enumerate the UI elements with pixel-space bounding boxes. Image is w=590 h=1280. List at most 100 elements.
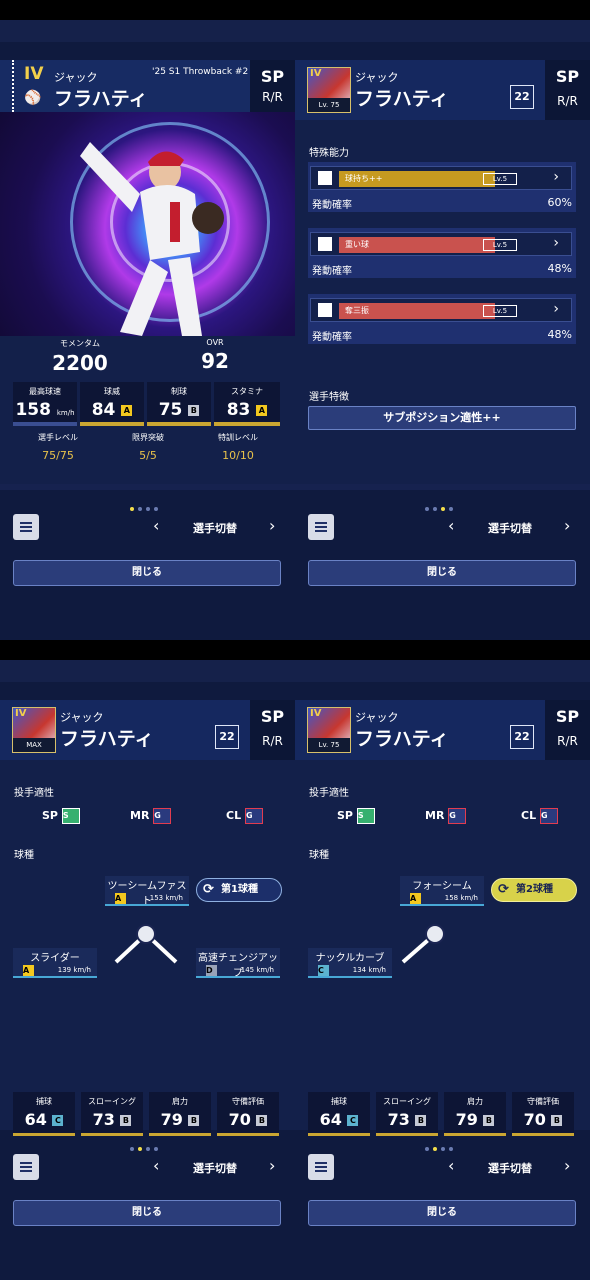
aptitude-mr: MR G [130, 808, 172, 824]
level-training: 特訓レベル 10/10 [200, 432, 276, 462]
skill-row[interactable]: 奪三振 Lv.5 › 発動確率 48% [308, 294, 576, 344]
panel-bottom-strip [0, 484, 295, 490]
stat-label: 制球 [171, 387, 187, 396]
page-dot[interactable] [425, 507, 429, 511]
player-name-small: ジャック [355, 711, 399, 724]
player-header: IV Lv. 75 ジャック フラハティ 22 SP R/R [295, 700, 590, 760]
close-button[interactable]: 閉じる [13, 1200, 281, 1226]
level-value: 75/75 [42, 449, 74, 462]
control-bar: ‹ 選手切替 › [308, 1154, 578, 1180]
card-rank: IV [24, 64, 44, 84]
pitcher-figure [80, 142, 224, 336]
stat-value: 84 [91, 400, 116, 420]
pitch-card-main[interactable]: フォーシーム A 158 km/h [400, 876, 484, 906]
close-button[interactable]: 閉じる [308, 560, 576, 586]
page-dots [130, 1136, 170, 1151]
prob-value: 60% [547, 196, 572, 209]
handedness: R/R [262, 734, 283, 748]
skill-row[interactable]: 重い球 Lv.5 › 発動確率 48% [308, 228, 576, 278]
menu-button[interactable] [308, 1154, 334, 1180]
prob-label: 発動確率 [312, 266, 352, 277]
page-dot[interactable] [433, 1147, 437, 1151]
pitch-card-main[interactable]: ツーシームファスト A 153 km/h [105, 876, 189, 907]
aptitude-sp: SP S [42, 808, 80, 824]
ovr-label: OVR [206, 338, 224, 347]
page-dot[interactable] [433, 507, 437, 511]
grade-badge: A [121, 404, 133, 416]
chevron-left-icon[interactable]: ‹ [448, 1156, 454, 1175]
momentum-label: モメンタム [60, 339, 100, 348]
skill-level: Lv.5 [483, 239, 517, 251]
page-dot[interactable] [449, 507, 453, 511]
aptitude-title: 投手適性 [309, 788, 349, 799]
page-dot[interactable] [425, 1147, 429, 1151]
page-dot[interactable] [154, 507, 158, 511]
avatar: IV MAX [12, 707, 56, 753]
skill-level: Lv.5 [483, 173, 517, 185]
screen-top: IV ⚾ ジャック フラハティ '25 S1 Throwback #2 SP R… [0, 20, 590, 640]
page-dot[interactable] [138, 507, 142, 511]
close-button[interactable]: 閉じる [308, 1200, 576, 1226]
grade-badge: S [61, 808, 80, 824]
stat-label: 球威 [104, 387, 120, 396]
player-header: IV Lv. 75 ジャック フラハティ 22 SP R/R [295, 60, 590, 120]
pitch-card[interactable]: 高速チェンジアップ D 145 km/h [196, 948, 280, 979]
pitch-direction-icon [401, 924, 445, 964]
page-dot[interactable] [130, 1147, 134, 1151]
menu-button[interactable] [13, 1154, 39, 1180]
panel-bottom-strip [295, 484, 590, 490]
ovr-block: OVR 92 [180, 338, 250, 373]
chevron-right-icon[interactable]: › [564, 516, 570, 535]
first-pitch-badge: ⟳ 第1球種 [196, 878, 282, 902]
trait-button[interactable]: サブポジション適性++ [308, 406, 576, 430]
chevron-right-icon: › [553, 301, 559, 317]
player-name-small: ジャック [54, 71, 98, 84]
stat-unit: km/h [56, 409, 75, 417]
field-stat: 捕球 64 C [308, 1092, 370, 1136]
position: SP [555, 707, 580, 726]
level-label: 選手レベル [38, 433, 78, 442]
page-dot[interactable] [154, 1147, 158, 1151]
control-bar: ‹ 選手切替 › [13, 514, 283, 540]
grade-badge: G [539, 808, 558, 824]
control-bar: ‹ 選手切替 › [308, 514, 578, 540]
pitch-title: 球種 [309, 850, 329, 861]
chevron-left-icon[interactable]: ‹ [448, 516, 454, 535]
chevron-right-icon[interactable]: › [564, 1156, 570, 1175]
player-name-large: フラハティ [355, 88, 449, 110]
uniform-number: 22 [510, 85, 534, 109]
avatar-rank: IV [310, 68, 322, 79]
grade-badge: G [153, 808, 172, 824]
pitch-card[interactable]: ナックルカーブ C 134 km/h [308, 948, 392, 978]
menu-button[interactable] [308, 514, 334, 540]
chevron-right-icon[interactable]: › [269, 516, 275, 535]
level-value: 10/10 [222, 449, 254, 462]
menu-button[interactable] [13, 514, 39, 540]
chevron-right-icon[interactable]: › [269, 1156, 275, 1175]
page-dot[interactable] [130, 507, 134, 511]
aptitude-cl: CL G [521, 808, 558, 824]
player-artwork [0, 112, 295, 336]
page-dot[interactable] [146, 507, 150, 511]
skill-row[interactable]: 球持ち++ Lv.5 › 発動確率 60% [308, 162, 576, 212]
aptitude-title: 投手適性 [14, 788, 54, 799]
page-dot[interactable] [441, 1147, 445, 1151]
skill-name: 球持ち++ [345, 174, 383, 183]
chevron-left-icon[interactable]: ‹ [153, 516, 159, 535]
card-stars [12, 60, 18, 112]
refresh-icon: ⟳ [498, 882, 509, 897]
position-box: SP R/R [250, 700, 295, 760]
pitch-card[interactable]: スライダー A 139 km/h [13, 948, 97, 978]
momentum-block: モメンタム 2200 [40, 338, 120, 375]
page-dot[interactable] [138, 1147, 142, 1151]
page-dot[interactable] [441, 507, 445, 511]
page-dot[interactable] [146, 1147, 150, 1151]
aptitude-cl: CL G [226, 808, 263, 824]
page-dots [130, 496, 170, 511]
close-button[interactable]: 閉じる [13, 560, 281, 586]
prob-value: 48% [547, 262, 572, 275]
stat-value: 75 [158, 400, 183, 420]
page-dot[interactable] [449, 1147, 453, 1151]
chevron-left-icon[interactable]: ‹ [153, 1156, 159, 1175]
level-label: 限界突破 [132, 433, 164, 442]
